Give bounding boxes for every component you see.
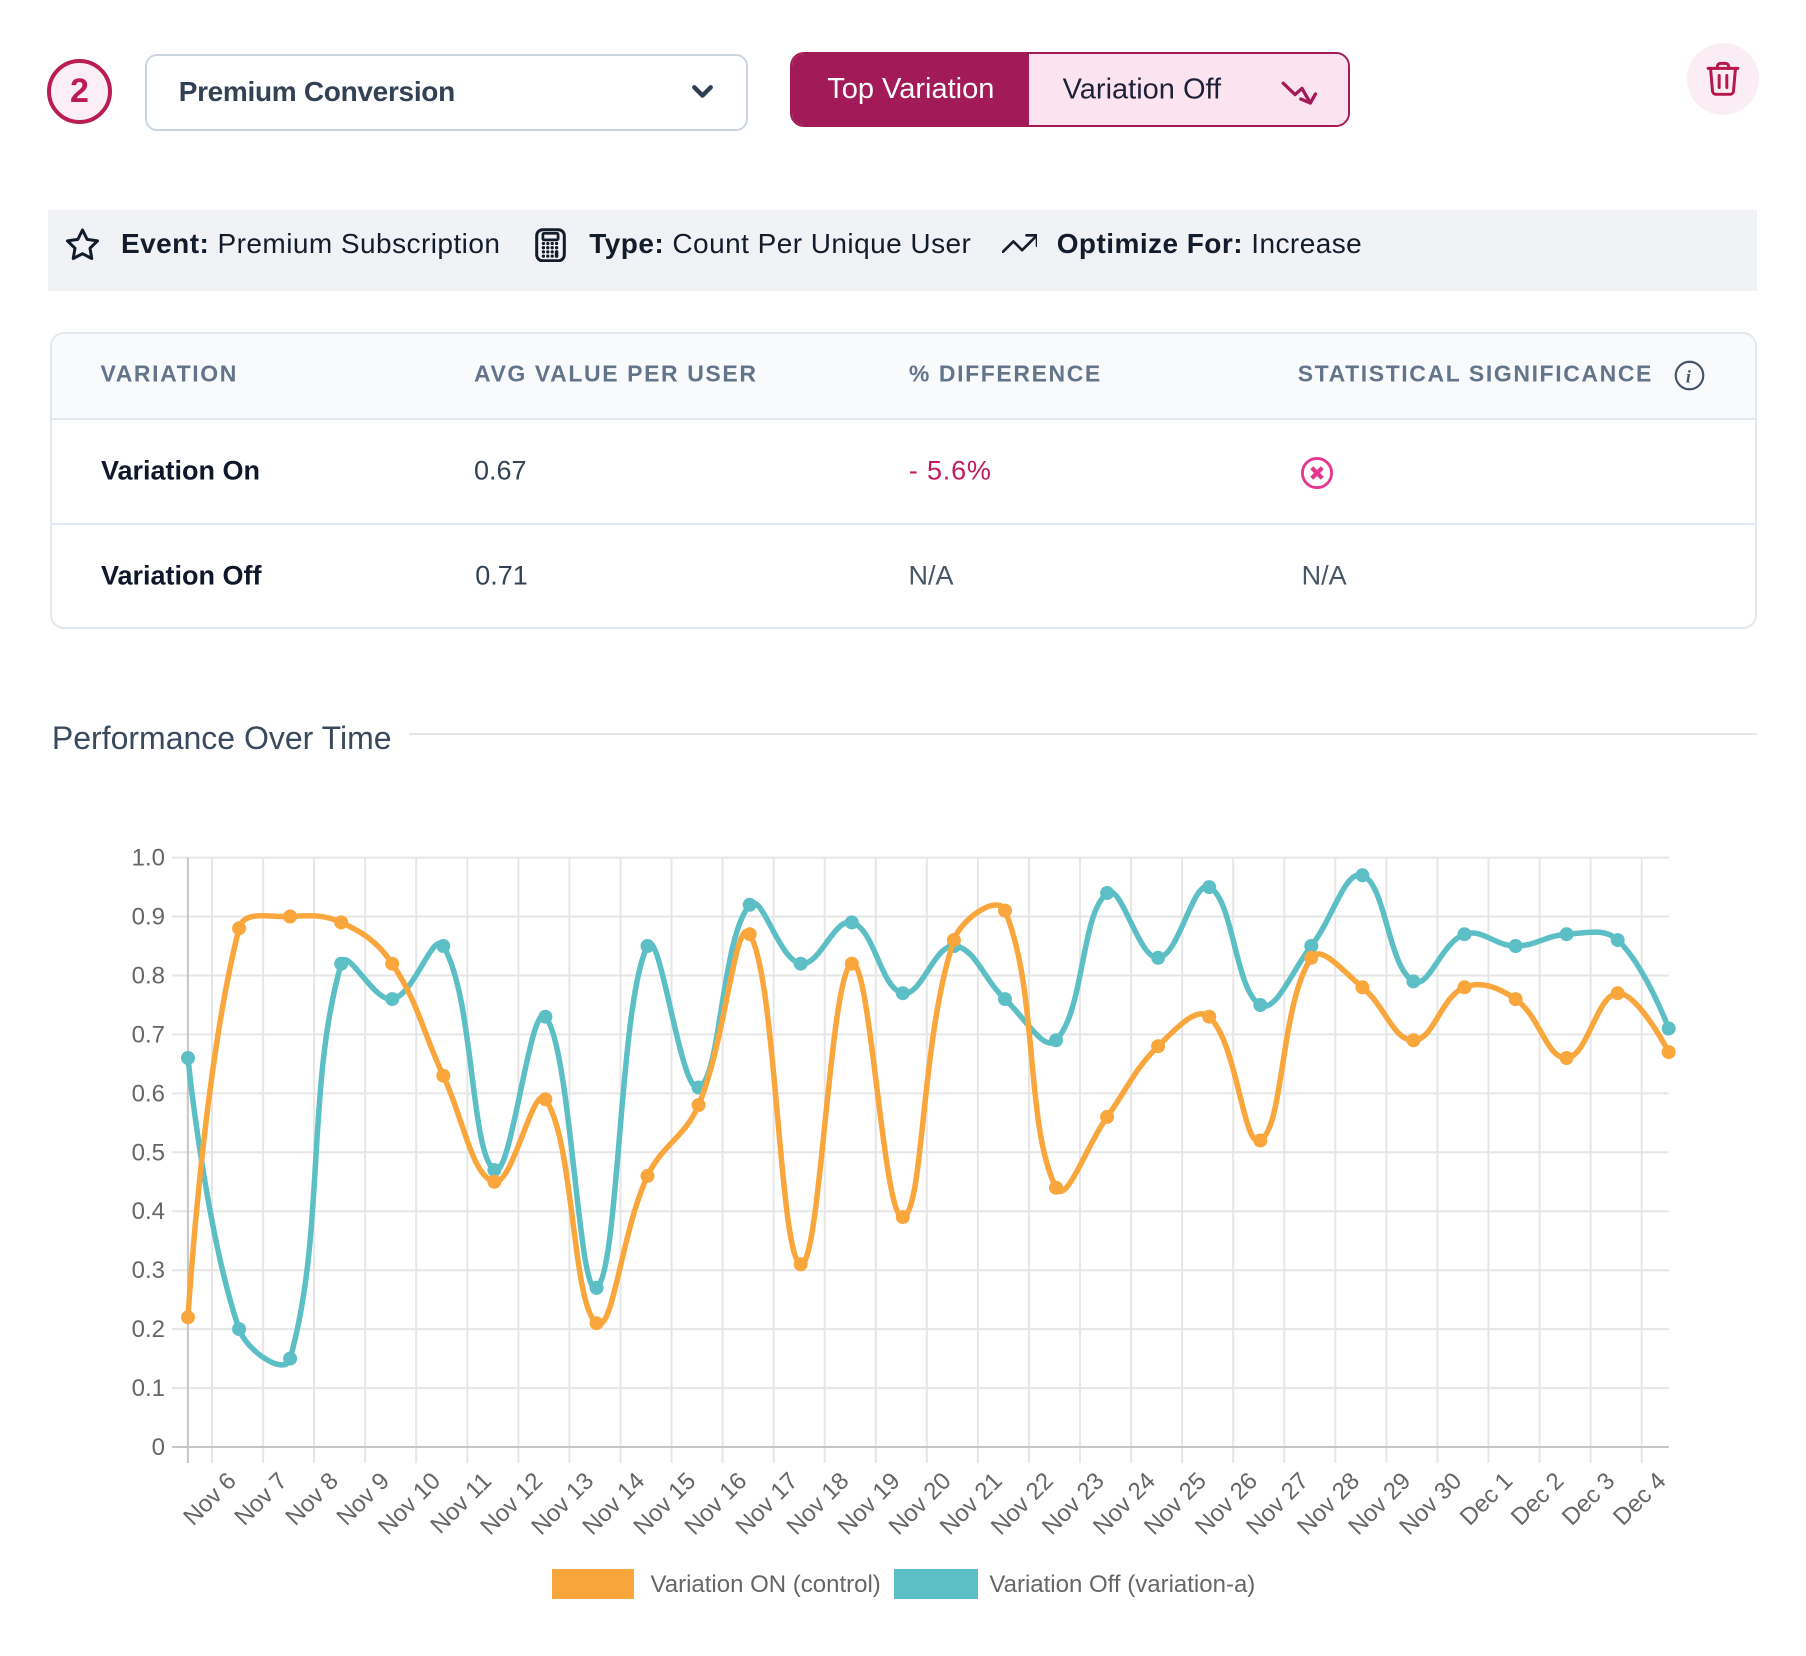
- svg-text:Dec 3: Dec 3: [1557, 1467, 1620, 1530]
- svg-text:i: i: [1686, 366, 1693, 386]
- svg-text:0: 0: [152, 1434, 165, 1461]
- svg-text:0.2: 0.2: [132, 1316, 165, 1343]
- svg-text:Dec 1: Dec 1: [1455, 1467, 1518, 1530]
- svg-text:Dec 4: Dec 4: [1608, 1467, 1671, 1530]
- svg-text:Nov 7: Nov 7: [229, 1467, 292, 1530]
- svg-text:0.7: 0.7: [132, 1021, 165, 1048]
- svg-text:0.9: 0.9: [132, 904, 165, 931]
- svg-text:1.0: 1.0: [132, 845, 165, 872]
- svg-text:Nov 8: Nov 8: [280, 1467, 343, 1530]
- svg-text:0.4: 0.4: [132, 1198, 165, 1225]
- svg-text:0.3: 0.3: [132, 1257, 165, 1284]
- svg-text:0.8: 0.8: [132, 963, 165, 990]
- svg-text:Dec 2: Dec 2: [1506, 1467, 1569, 1530]
- svg-text:0.1: 0.1: [132, 1375, 165, 1402]
- svg-text:0.5: 0.5: [132, 1139, 165, 1166]
- svg-text:Nov 6: Nov 6: [178, 1467, 241, 1530]
- svg-text:0.6: 0.6: [132, 1080, 165, 1107]
